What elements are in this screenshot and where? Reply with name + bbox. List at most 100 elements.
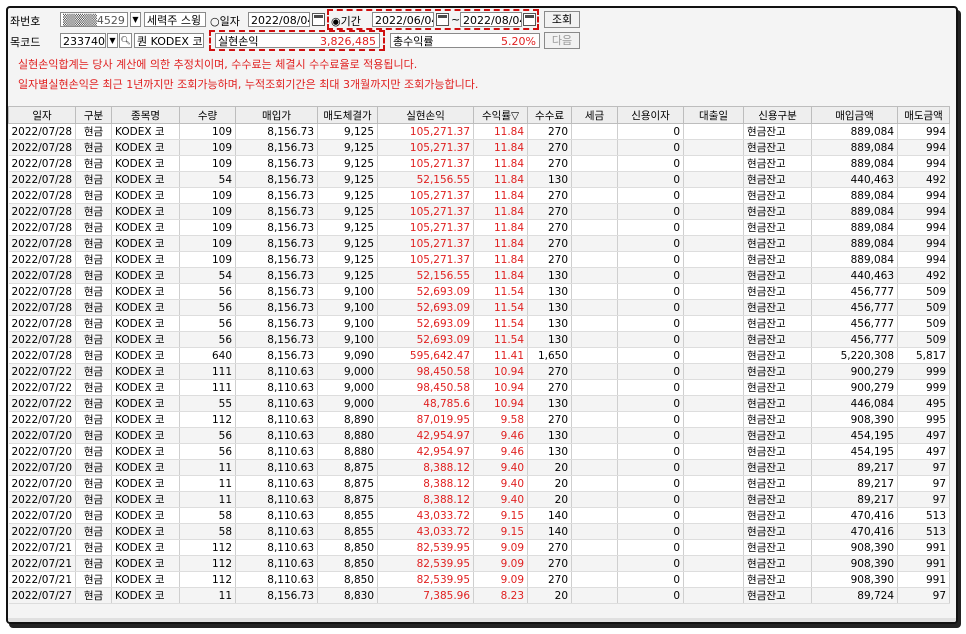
table-row[interactable]: 2022/07/28 현금 KODEX 코 640 8,156.73 9,090 595,6… xyxy=(8,347,951,364)
table-cell: 446,084 xyxy=(811,395,899,412)
column-header[interactable]: 신용이자 xyxy=(617,106,685,124)
column-header[interactable]: 매입금액 xyxy=(811,106,899,124)
column-header[interactable]: 구분 xyxy=(75,106,113,124)
table-cell: 8,156.73 xyxy=(235,187,319,204)
stock-code-input[interactable]: 233740 xyxy=(60,33,106,48)
table-row[interactable]: 2022/07/28 현금 KODEX 코 109 8,156.73 9,125 105,2… xyxy=(8,123,951,140)
table-row[interactable]: 2022/07/22 현금 KODEX 코 111 8,110.63 9,000 98,45… xyxy=(8,379,951,396)
column-header[interactable]: 실현손익 xyxy=(377,106,475,124)
table-row[interactable]: 2022/07/21 현금 KODEX 코 112 8,110.63 8,850 82,53… xyxy=(8,539,951,556)
table-row[interactable]: 2022/07/20 현금 KODEX 코 56 8,110.63 8,880 42,954… xyxy=(8,443,951,460)
column-header[interactable]: 수량 xyxy=(179,106,237,124)
search-button[interactable]: 조회 xyxy=(544,11,580,28)
calendar-icon[interactable] xyxy=(312,13,325,26)
table-cell: 현금 xyxy=(75,155,113,172)
table-row[interactable]: 2022/07/28 현금 KODEX 코 109 8,156.73 9,125 105,2… xyxy=(8,203,951,220)
table-row[interactable]: 2022/07/28 현금 KODEX 코 56 8,156.73 9,100 52,693… xyxy=(8,331,951,348)
column-header[interactable]: 일자 xyxy=(8,106,77,124)
account-label: 좌번호 xyxy=(10,15,41,28)
table-cell: 8,110.63 xyxy=(235,459,319,476)
table-cell xyxy=(571,491,619,508)
table-cell: 8,156.73 xyxy=(235,267,319,284)
radio-period[interactable]: ◉기간 xyxy=(331,13,361,29)
table-cell: 현금 xyxy=(75,299,113,316)
table-row[interactable]: 2022/07/28 현금 KODEX 코 109 8,156.73 9,125 105,2… xyxy=(8,187,951,204)
table-cell: 7,385.96 xyxy=(377,587,475,604)
column-header[interactable]: 세금 xyxy=(571,106,619,124)
table-row[interactable]: 2022/07/22 현금 KODEX 코 55 8,110.63 9,000 48,785… xyxy=(8,395,951,412)
table-cell: 994 xyxy=(897,139,951,156)
horizontal-scrollbar[interactable] xyxy=(8,618,956,622)
table-cell: 0 xyxy=(617,491,685,508)
table-cell: 89,217 xyxy=(811,459,899,476)
table-row[interactable]: 2022/07/28 현금 KODEX 코 109 8,156.73 9,125 105,2… xyxy=(8,155,951,172)
table-cell: 8,890 xyxy=(317,411,379,428)
table-row[interactable]: 2022/07/28 현금 KODEX 코 56 8,156.73 9,100 52,693… xyxy=(8,315,951,332)
column-header[interactable]: 수수료 xyxy=(527,106,573,124)
table-row[interactable]: 2022/07/20 현금 KODEX 코 58 8,110.63 8,855 43,033… xyxy=(8,523,951,540)
table-cell: 20 xyxy=(527,475,573,492)
table-cell: 8,156.73 xyxy=(235,123,319,140)
table-cell: 497 xyxy=(897,443,951,460)
table-row[interactable]: 2022/07/20 현금 KODEX 코 56 8,110.63 8,880 42,954… xyxy=(8,427,951,444)
table-cell: 현금 xyxy=(75,395,113,412)
table-cell: 현금 xyxy=(75,315,113,332)
code-dropdown-arrow-icon[interactable]: ▼ xyxy=(107,33,118,48)
table-row[interactable]: 2022/07/28 현금 KODEX 코 54 8,156.73 9,125 52,156… xyxy=(8,171,951,188)
column-header[interactable]: 대출일 xyxy=(683,106,745,124)
table-row[interactable]: 2022/07/27 현금 KODEX 코 11 8,156.73 8,830 7,385.… xyxy=(8,587,951,604)
table-cell: 994 xyxy=(897,123,951,140)
table-cell: 0 xyxy=(617,571,685,588)
table-row[interactable]: 2022/07/20 현금 KODEX 코 11 8,110.63 8,875 8,388.… xyxy=(8,459,951,476)
calendar-icon[interactable] xyxy=(436,13,449,26)
column-header[interactable]: 매도금액 xyxy=(897,106,951,124)
table-cell: 270 xyxy=(527,139,573,156)
table-cell: 0 xyxy=(617,523,685,540)
search-icon[interactable]: 🔍︎ xyxy=(119,33,132,48)
table-cell: 889,084 xyxy=(811,203,899,220)
radio-date[interactable]: ○일자 xyxy=(210,13,240,29)
table-row[interactable]: 2022/07/20 현금 KODEX 코 112 8,110.63 8,890 87,01… xyxy=(8,411,951,428)
table-row[interactable]: 2022/07/28 현금 KODEX 코 56 8,156.73 9,100 52,693… xyxy=(8,283,951,300)
table-row[interactable]: 2022/07/28 현금 KODEX 코 109 8,156.73 9,125 105,2… xyxy=(8,219,951,236)
table-row[interactable]: 2022/07/28 현금 KODEX 코 56 8,156.73 9,100 52,693… xyxy=(8,299,951,316)
table-row[interactable]: 2022/07/22 현금 KODEX 코 111 8,110.63 9,000 98,45… xyxy=(8,363,951,380)
column-header[interactable]: 수익률▽ xyxy=(473,106,529,124)
table-cell: 0 xyxy=(617,347,685,364)
table-row[interactable]: 2022/07/28 현금 KODEX 코 109 8,156.73 9,125 105,2… xyxy=(8,251,951,268)
table-cell: 270 xyxy=(527,555,573,572)
table-row[interactable]: 2022/07/21 현금 KODEX 코 112 8,110.63 8,850 82,53… xyxy=(8,555,951,572)
table-row[interactable]: 2022/07/20 현금 KODEX 코 11 8,110.63 8,875 8,388.… xyxy=(8,491,951,508)
table-cell: 8,110.63 xyxy=(235,411,319,428)
date-single-input[interactable]: 2022/08/04 xyxy=(248,12,310,27)
table-cell: KODEX 코 xyxy=(111,507,181,524)
column-header[interactable]: 신용구분 xyxy=(743,106,813,124)
table-cell: 8,880 xyxy=(317,443,379,460)
table-cell: 8,388.12 xyxy=(377,475,475,492)
period-to-input[interactable]: 2022/08/04 xyxy=(460,12,522,27)
table-row[interactable]: 2022/07/28 현금 KODEX 코 109 8,156.73 9,125 105,2… xyxy=(8,235,951,252)
column-header[interactable]: 매도체결가 xyxy=(317,106,379,124)
table-cell: 11.84 xyxy=(473,235,529,252)
table-row[interactable]: 2022/07/20 현금 KODEX 코 11 8,110.63 8,875 8,388.… xyxy=(8,475,951,492)
column-header[interactable]: 매입가 xyxy=(235,106,319,124)
calendar-icon[interactable] xyxy=(523,13,536,26)
table-row[interactable]: 2022/07/28 현금 KODEX 코 109 8,156.73 9,125 105,2… xyxy=(8,139,951,156)
table-row[interactable]: 2022/07/20 현금 KODEX 코 58 8,110.63 8,855 43,033… xyxy=(8,507,951,524)
table-cell: 2022/07/28 xyxy=(8,139,77,156)
account-dropdown-arrow-icon[interactable]: ▼ xyxy=(130,12,141,27)
table-cell xyxy=(571,235,619,252)
table-cell: 112 xyxy=(179,571,237,588)
account-number-field[interactable]: ▒▒▒▒4529 xyxy=(60,12,128,27)
column-header[interactable]: 종목명 xyxy=(111,106,181,124)
next-button[interactable]: 다음 xyxy=(544,32,580,49)
table-cell: 11.84 xyxy=(473,139,529,156)
period-from-input[interactable]: 2022/06/04 xyxy=(372,12,434,27)
table-cell: 87,019.95 xyxy=(377,411,475,428)
table-cell xyxy=(683,539,745,556)
table-row[interactable]: 2022/07/21 현금 KODEX 코 112 8,110.63 8,850 82,53… xyxy=(8,571,951,588)
table-cell: 456,777 xyxy=(811,331,899,348)
table-cell: 9,100 xyxy=(317,315,379,332)
table-row[interactable]: 2022/07/28 현금 KODEX 코 54 8,156.73 9,125 52,156… xyxy=(8,267,951,284)
table-cell: 1,650 xyxy=(527,347,573,364)
